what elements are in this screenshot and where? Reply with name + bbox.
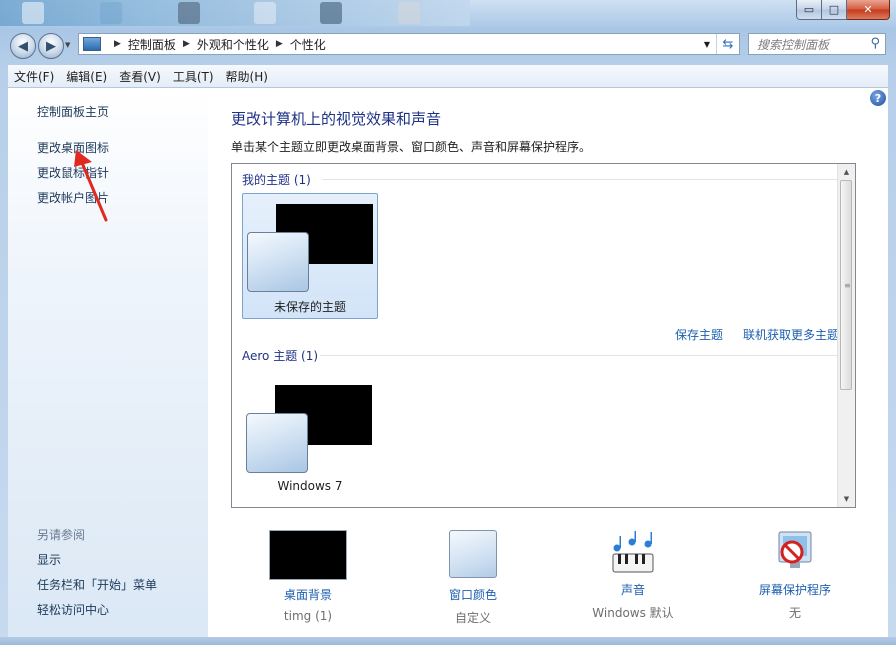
- screen-saver-value: 无: [788, 606, 801, 620]
- menu-view[interactable]: 查看(V): [113, 68, 167, 85]
- breadcrumb-personalization[interactable]: 个性化: [290, 36, 326, 53]
- main-panel: ? 更改计算机上的视觉效果和声音 单击某个主题立即更改桌面背景、窗口颜色、声音和…: [208, 88, 888, 637]
- window-color-preview: [247, 232, 309, 292]
- page-title: 更改计算机上的视觉效果和声音: [231, 110, 442, 128]
- theme-list[interactable]: 我的主题 (1) 未保存的主题 保存主题 联机获取更多主题 Aero 主题 (1…: [231, 163, 856, 508]
- black-wallpaper-thumbnail: [269, 530, 347, 580]
- scrollbar-thumb[interactable]: ≡: [840, 180, 852, 390]
- scroll-down-arrow-icon[interactable]: ▼: [838, 491, 855, 507]
- theme-label: 未保存的主题: [273, 300, 346, 314]
- desktop-background-item[interactable]: 桌面背景 timg (1): [253, 528, 363, 623]
- sounds-label[interactable]: 声音: [578, 581, 688, 598]
- screensaver-none-icon: [778, 531, 812, 568]
- menu-file[interactable]: 文件(F): [8, 68, 60, 85]
- theme-list-scrollbar[interactable]: ▲ ≡ ▼: [837, 164, 855, 507]
- window-color-preview: [246, 413, 308, 473]
- minimize-button[interactable]: ▭: [796, 0, 822, 20]
- window-color-swatch: [449, 530, 497, 578]
- save-theme-link[interactable]: 保存主题: [675, 326, 723, 343]
- scroll-up-arrow-icon[interactable]: ▲: [838, 164, 855, 180]
- aero-themes-header-label: Aero 主题 (1): [242, 349, 319, 363]
- back-arrow-icon: ◀: [18, 38, 28, 54]
- breadcrumb-chevron-icon[interactable]: ▶: [276, 39, 283, 49]
- my-themes-group-header: 我的主题 (1): [242, 171, 311, 188]
- window-color-item[interactable]: 窗口颜色 自定义: [418, 528, 528, 626]
- screen-saver-label[interactable]: 屏幕保护程序: [740, 581, 850, 598]
- address-bar[interactable]: ▶ 控制面板 ▶ 外观和个性化 ▶ 个性化 ▼ ⇆: [78, 33, 740, 55]
- breadcrumb-chevron-icon[interactable]: ▶: [114, 39, 121, 49]
- search-input[interactable]: [755, 35, 867, 55]
- navigation-bar: ◀ ▶ ▼ ▶ 控制面板 ▶ 外观和个性化 ▶ 个性化 ▼ ⇆ ⚲: [0, 30, 896, 60]
- desktop-background-value: timg (1): [283, 609, 333, 623]
- forward-arrow-icon: ▶: [46, 38, 56, 54]
- back-button[interactable]: ◀: [10, 33, 36, 59]
- breadcrumb-appearance[interactable]: 外观和个性化: [197, 36, 269, 53]
- theme-label: Windows 7: [277, 479, 343, 493]
- see-also-header: 另请参阅: [37, 528, 86, 542]
- sidebar-link-ease-of-access[interactable]: 轻松访问中心: [37, 601, 109, 618]
- sidebar-link-display[interactable]: 显示: [37, 551, 61, 568]
- forward-button[interactable]: ▶: [38, 33, 64, 59]
- search-box[interactable]: ⚲: [748, 33, 886, 55]
- sidebar-link-control-panel-home[interactable]: 控制面板主页: [37, 103, 109, 120]
- menu-help[interactable]: 帮助(H): [220, 68, 274, 85]
- menu-bar: 文件(F) 编辑(E) 查看(V) 工具(T) 帮助(H): [8, 65, 888, 88]
- maximize-button[interactable]: □: [822, 0, 847, 20]
- desktop-background-label[interactable]: 桌面背景: [253, 586, 363, 603]
- refresh-icon[interactable]: ⇆: [716, 34, 739, 54]
- my-themes-header-label: 我的主题 (1): [242, 173, 311, 187]
- theme-tile-windows7[interactable]: Windows 7: [242, 375, 378, 501]
- aero-themes-group-header: Aero 主题 (1): [242, 347, 318, 364]
- window-color-value: 自定义: [454, 611, 491, 625]
- menu-edit[interactable]: 编辑(E): [60, 68, 113, 85]
- breadcrumb-control-panel[interactable]: 控制面板: [128, 36, 176, 53]
- screen-saver-item[interactable]: 屏幕保护程序 无: [740, 528, 850, 621]
- sounds-item[interactable]: 声音 Windows 默认: [578, 528, 688, 621]
- get-more-themes-online-link[interactable]: 联机获取更多主题: [743, 326, 839, 343]
- window-color-label[interactable]: 窗口颜色: [418, 586, 528, 603]
- sounds-value: Windows 默认: [592, 606, 674, 620]
- control-panel-icon: [83, 37, 101, 51]
- close-button[interactable]: ✕: [847, 0, 890, 20]
- breadcrumb-chevron-icon[interactable]: ▶: [183, 39, 190, 49]
- window-frame: ▭ □ ✕ ◀ ▶ ▼ ▶ 控制面板 ▶ 外观和个性化 ▶ 个性化 ▼ ⇆ 搜索…: [0, 0, 896, 645]
- page-description: 单击某个主题立即更改桌面背景、窗口颜色、声音和屏幕保护程序。: [231, 140, 592, 154]
- address-dropdown-icon[interactable]: ▼: [699, 34, 715, 54]
- breadcrumb: ▶ 控制面板 ▶ 外观和个性化 ▶ 个性化: [107, 36, 326, 53]
- caption-buttons: ▭ □ ✕: [796, 0, 890, 20]
- desktop-background-strip: [0, 0, 470, 26]
- recent-pages-dropdown-icon[interactable]: ▼: [65, 41, 70, 49]
- search-icon[interactable]: ⚲: [870, 36, 880, 51]
- sidebar-link-taskbar-start-menu[interactable]: 任务栏和「开始」菜单: [37, 576, 157, 593]
- theme-tile-unsaved[interactable]: 未保存的主题: [242, 193, 378, 319]
- red-annotation-arrow: [74, 150, 108, 222]
- content-area: 控制面板主页 更改桌面图标 更改鼠标指针 更改帐户图片 另请参阅 显示 任务栏和…: [8, 88, 888, 637]
- help-icon[interactable]: ?: [870, 90, 886, 106]
- sidebar: 控制面板主页 更改桌面图标 更改鼠标指针 更改帐户图片 另请参阅 显示 任务栏和…: [8, 88, 208, 637]
- music-notes-keyboard-icon: [612, 531, 654, 573]
- window-bottom-border: [0, 637, 896, 645]
- menu-tools[interactable]: 工具(T): [167, 68, 220, 85]
